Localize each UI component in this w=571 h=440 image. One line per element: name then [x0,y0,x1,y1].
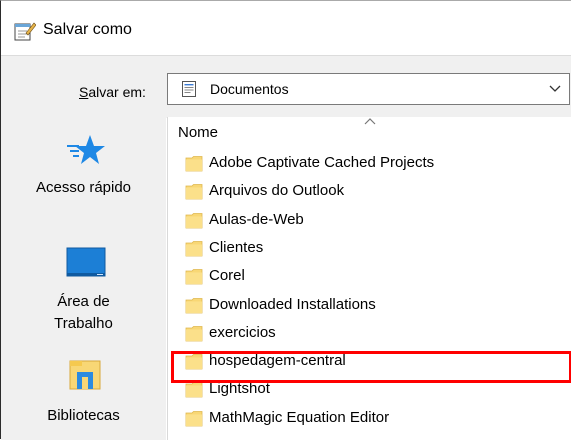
folder-name: Adobe Captivate Cached Projects [209,154,435,171]
sort-ascending-icon [364,118,376,125]
folder-icon [185,410,203,427]
folder-row[interactable]: Clientes [168,234,571,262]
folder-icon [185,156,203,172]
location-toolbar: Salvar em: Documentos [1,55,571,118]
save-in-label: Salvar em: [79,83,146,101]
nav-libraries-label: Bibliotecas [47,407,120,424]
chevron-down-icon[interactable] [549,84,561,94]
folder-name: Corel [209,267,245,285]
nav-desktop[interactable]: Área de Trabalho [1,237,166,347]
folder-name: exercicios [209,323,276,341]
folder-row[interactable]: exercicios [168,319,571,347]
documents-icon [182,81,196,97]
navigation-pane: Acesso rápido Área de Trabalho Bibliotec… [1,117,166,440]
window-title: Salvar como [43,21,132,38]
highlight-box [171,351,571,383]
folder-icon [185,184,203,200]
save-in-value: Documentos [210,81,289,97]
folder-row[interactable]: Downloaded Installations [168,291,571,319]
folder-icon [185,382,203,398]
folder-icon [185,325,203,342]
libraries-icon [69,360,101,390]
star-icon [67,135,105,164]
title-bar: Salvar como [1,1,571,55]
folder-name: Downloaded Installations [209,295,376,313]
nav-libraries[interactable]: Bibliotecas [1,347,166,440]
save-in-label-text: alvar em: [88,84,146,100]
folder-row[interactable]: Aulas-de-Web [168,206,571,234]
notepad-save-icon [14,22,36,41]
desktop-icon [66,247,106,277]
nav-quick-access[interactable]: Acesso rápido [1,117,166,217]
folder-name: Aulas-de-Web [209,210,304,228]
folder-name: Clientes [209,238,264,256]
folder-icon [185,269,203,285]
folder-row[interactable]: MathMagic Equation Editor [168,404,571,432]
save-in-accelerator: S [79,84,89,100]
folder-icon [185,212,203,228]
folder-icon [185,240,203,257]
folder-row[interactable]: Corel [168,262,571,290]
folder-icon [185,297,203,313]
nav-desktop-label-line2: Trabalho [54,315,113,332]
folder-name: MathMagic Equation Editor [209,408,390,426]
save-as-dialog: Salvar como Salvar em: Documentos Acesso… [0,0,571,440]
folder-row[interactable]: Adobe Captivate Cached Projects [168,149,571,177]
column-name-label: Nome [178,124,219,141]
file-list: Nome Adobe Captivate Cached Projects Arqu… [167,117,571,440]
folder-name: Arquivos do Outlook [209,182,345,200]
nav-desktop-label-line1: Área de [57,293,110,310]
nav-quick-access-label: Acesso rápido [35,179,132,196]
save-in-dropdown[interactable]: Documentos [167,73,570,105]
folder-row[interactable]: Arquivos do Outlook [168,177,571,205]
column-header-name[interactable]: Nome [168,117,571,147]
